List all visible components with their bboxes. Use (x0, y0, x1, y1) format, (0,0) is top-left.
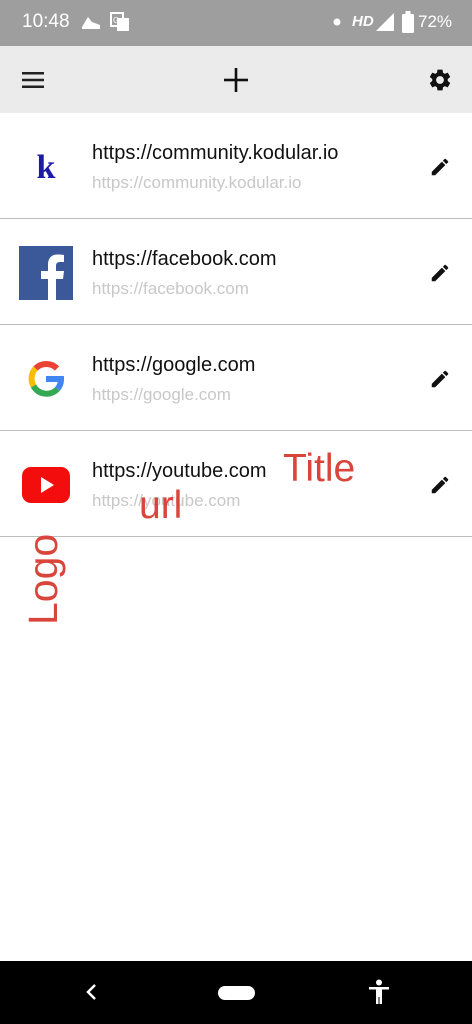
add-button[interactable] (208, 46, 264, 113)
menu-button[interactable] (5, 46, 61, 113)
bookmark-url: https://facebook.com (92, 279, 249, 298)
battery-icon (402, 11, 414, 33)
bookmark-list: k https://community.kodular.io https://c… (0, 113, 472, 537)
pencil-icon (431, 264, 449, 282)
edit-button[interactable] (420, 361, 460, 397)
bookmark-row[interactable]: https://youtube.com https://youtube.com (0, 431, 472, 537)
signal-icon (376, 13, 394, 31)
kodular-logo: k (18, 139, 74, 195)
accessibility-button[interactable] (364, 977, 394, 1007)
add-icon (224, 67, 248, 92)
svg-text:k: k (37, 149, 56, 186)
google-logo (18, 351, 74, 407)
edit-button[interactable] (420, 255, 460, 291)
back-button[interactable] (78, 978, 106, 1006)
accessibility-icon (369, 979, 389, 1004)
settings-icon (429, 69, 451, 90)
bookmark-url: https://google.com (92, 385, 231, 404)
navigation-bar (0, 961, 472, 1024)
battery-percent: 72% (418, 12, 453, 31)
annotation-title: Title (283, 447, 356, 490)
pencil-icon (431, 158, 449, 176)
back-icon (86, 984, 96, 1000)
youtube-logo (18, 457, 74, 513)
bookmark-row[interactable]: k https://community.kodular.io https://c… (0, 113, 472, 219)
settings-button[interactable] (412, 46, 468, 113)
edit-button[interactable] (420, 467, 460, 503)
bookmark-title: https://facebook.com (92, 248, 277, 270)
network-label: HD (352, 13, 374, 30)
bookmark-row[interactable]: https://google.com https://google.com (0, 325, 472, 431)
annotation-logo: Logo (20, 533, 66, 625)
bookmark-title: https://community.kodular.io (92, 142, 339, 164)
dot-icon (333, 18, 341, 26)
facebook-logo (18, 245, 74, 301)
menu-icon (22, 71, 44, 88)
bookmark-url: https://community.kodular.io (92, 173, 302, 192)
status-bar: 10:48 G HD 72% (0, 0, 472, 46)
home-button[interactable] (218, 986, 255, 1000)
status-time: 10:48 (22, 11, 70, 32)
svg-text:G: G (113, 16, 119, 25)
pencil-icon (431, 476, 449, 494)
translate-icon: G (110, 12, 129, 31)
app-bar (0, 46, 472, 113)
annotation-url: url (139, 484, 183, 527)
bookmark-row[interactable]: https://facebook.com https://facebook.co… (0, 219, 472, 325)
bookmark-title: https://google.com (92, 354, 256, 376)
pencil-icon (431, 370, 449, 388)
edit-button[interactable] (420, 149, 460, 185)
bookmark-title: https://youtube.com (92, 460, 267, 482)
shoe-icon (82, 17, 100, 29)
screen: 10:48 G HD 72% k https://community.kodul… (0, 0, 472, 1024)
